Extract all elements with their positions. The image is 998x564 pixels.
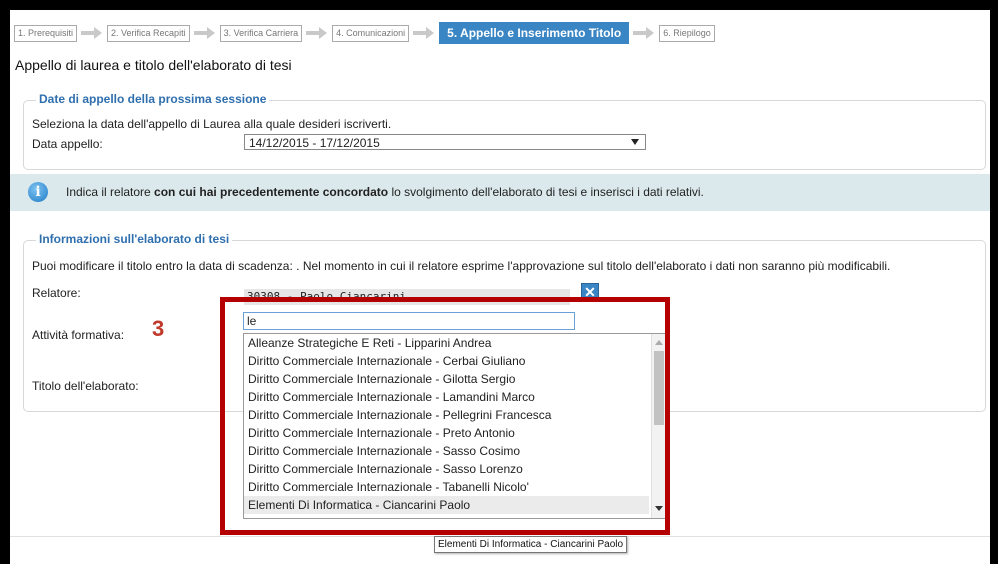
step-appello-titolo: 5. Appello e Inserimento Titolo (439, 22, 630, 44)
info-banner: i Indica il relatore con cui hai precede… (10, 174, 990, 211)
thesis-note: Puoi modificare il titolo entro la data … (32, 259, 891, 273)
step-comunicazioni[interactable]: 4. Comunicazioni (332, 24, 410, 42)
annotation-number: 3 (152, 316, 165, 341)
arrow-right-icon (633, 27, 655, 39)
arrow-right-icon (413, 27, 435, 39)
chevron-down-icon (631, 139, 639, 145)
arrow-right-icon (306, 27, 328, 39)
annotation-highlight-box (220, 297, 670, 535)
wizard-stepper: 1. Prerequisiti 2. Verifica Recapiti 3. … (14, 22, 715, 44)
info-text: Indica il relatore con cui hai precedent… (66, 185, 704, 199)
step-riepilogo: 6. Riepilogo (659, 24, 715, 42)
session-fieldset: Date di appello della prossima sessione … (23, 92, 986, 170)
arrow-right-icon (193, 27, 216, 39)
info-text-bold: con cui hai precedentemente concordato (154, 185, 389, 199)
session-legend: Date di appello della prossima sessione (36, 92, 270, 106)
attivita-label: Attività formativa: (32, 328, 125, 342)
date-select-value: 14/12/2015 - 17/12/2015 (249, 136, 380, 150)
step-verifica-carriera[interactable]: 3. Verifica Carriera (219, 24, 303, 42)
date-label: Data appello: (32, 137, 103, 151)
titolo-label: Titolo dell'elaborato: (32, 379, 139, 393)
page: 1. Prerequisiti 2. Verifica Recapiti 3. … (10, 10, 990, 564)
page-title: Appello di laurea e titolo dell'elaborat… (15, 57, 292, 73)
option-tooltip: Elementi Di Informatica - Ciancarini Pao… (434, 536, 628, 553)
info-text-part: lo svolgimento dell'elaborato di tesi e … (388, 185, 704, 199)
thesis-legend: Informazioni sull'elaborato di tesi (36, 232, 233, 246)
date-select[interactable]: 14/12/2015 - 17/12/2015 (244, 134, 646, 150)
relatore-label: Relatore: (32, 286, 81, 300)
info-text-part: Indica il relatore (66, 185, 155, 199)
arrow-right-icon (81, 27, 103, 39)
info-icon: i (28, 182, 48, 202)
session-instruction: Seleziona la data dell'appello di Laurea… (32, 117, 392, 131)
step-verifica-recapiti[interactable]: 2. Verifica Recapiti (107, 24, 190, 42)
step-prerequisiti[interactable]: 1. Prerequisiti (14, 24, 78, 42)
